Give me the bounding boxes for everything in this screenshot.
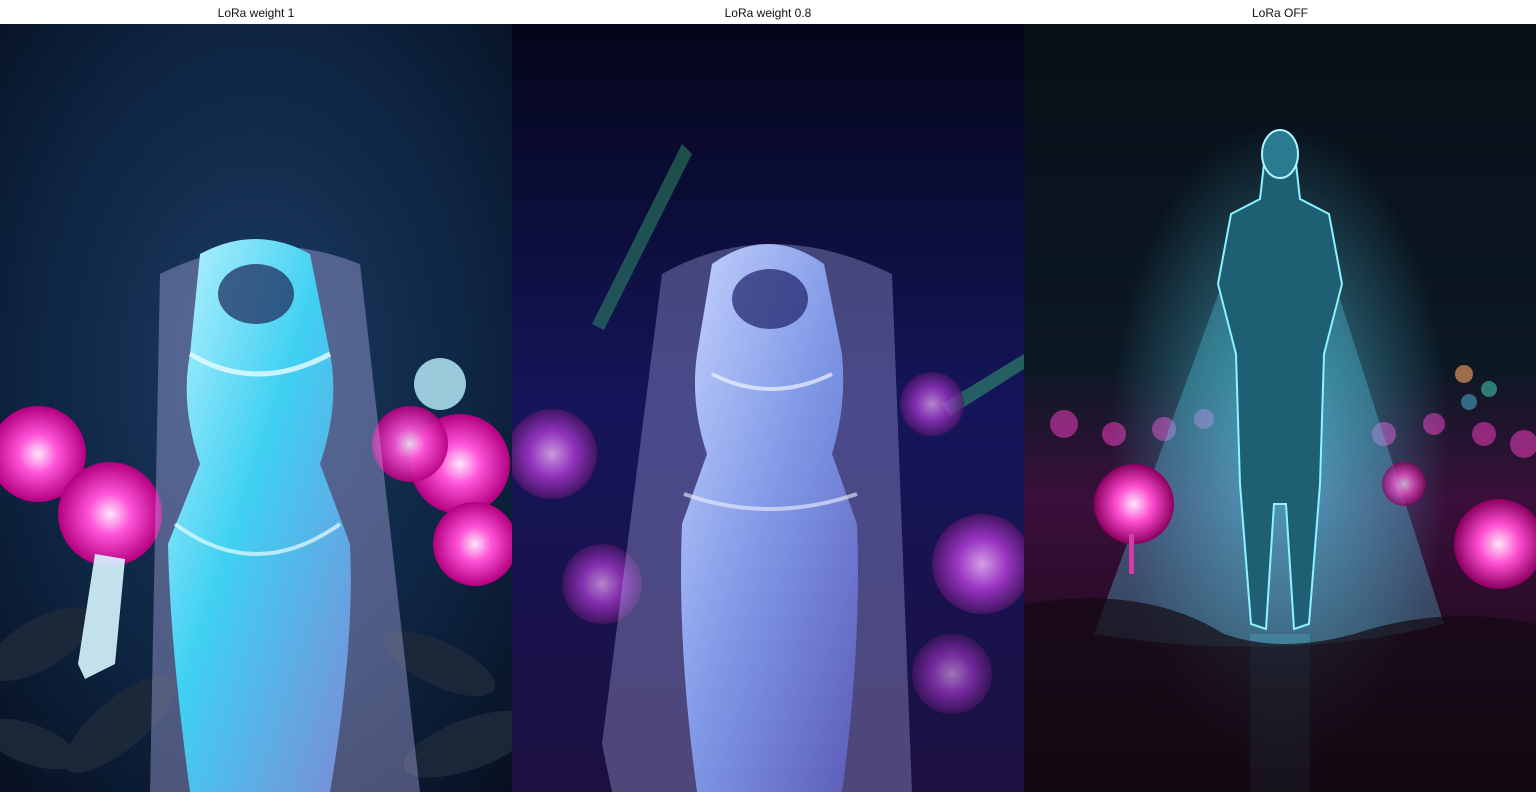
panel-caption: LoRa OFF — [1024, 0, 1536, 24]
panel-lora-weight-0-8: LoRa weight 0.8 — [512, 0, 1024, 792]
panel-lora-weight-1: LoRa weight 1 — [0, 0, 512, 792]
panel-lora-off: LoRa OFF — [1024, 0, 1536, 792]
generated-image — [512, 24, 1024, 792]
panel-caption: LoRa weight 0.8 — [512, 0, 1024, 24]
panel-caption: LoRa weight 1 — [0, 0, 512, 24]
generated-image — [1024, 24, 1536, 792]
comparison-grid: LoRa weight 1 LoRa weight 0.8 LoRa OFF — [0, 0, 1536, 792]
generated-image — [0, 24, 512, 792]
glowing-figure-illustration — [1024, 24, 1536, 792]
headless-mannequin-illustration — [512, 24, 1024, 792]
headless-mannequin-illustration — [0, 24, 512, 792]
